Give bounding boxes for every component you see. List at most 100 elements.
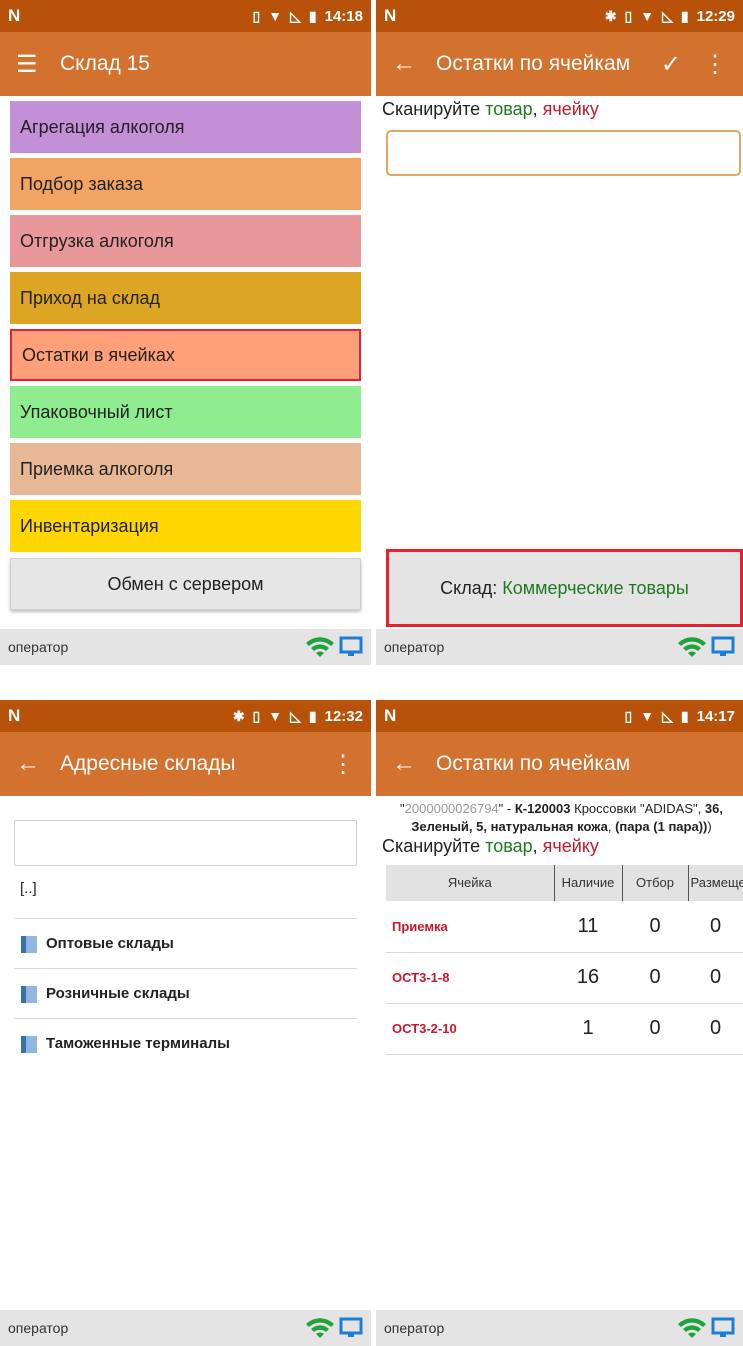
menu-item-label: Остатки в ячейках xyxy=(22,344,175,365)
overflow-menu-icon[interactable]: ⋮ xyxy=(703,50,727,79)
back-arrow-icon[interactable]: ← xyxy=(16,750,60,778)
vibrate-icon: ▯ xyxy=(624,7,633,24)
folder-item-customs[interactable]: Таможенные терминалы xyxy=(14,1018,357,1068)
no-signal-icon: ◺ xyxy=(662,7,673,24)
folder-item-wholesale[interactable]: Оптовые склады xyxy=(14,918,357,968)
search-input[interactable] xyxy=(14,820,357,866)
no-signal-icon: ◺ xyxy=(290,7,301,24)
clock: 12:32 xyxy=(324,707,363,725)
qty-value: 11 xyxy=(554,901,622,953)
cell-name: ОСТ3-1-8 xyxy=(386,952,554,1004)
nfc-icon: N xyxy=(8,6,21,25)
scan-prompt: Сканируйте товар, ячейку xyxy=(376,96,743,120)
product-article: К-120003 xyxy=(514,801,571,816)
folder-label: Розничные склады xyxy=(46,985,190,1002)
status-bar: N ▯ ▼ ◺ ▮ 14:18 xyxy=(0,0,371,32)
place-value: 0 xyxy=(688,1003,743,1055)
menu-item-label: Приемка алкоголя xyxy=(20,458,174,479)
qty-value: 1 xyxy=(554,1003,622,1055)
overflow-menu-icon[interactable]: ⋮ xyxy=(331,750,355,779)
warehouse-value: Коммерческие товары xyxy=(502,577,689,598)
prompt-goods: товар xyxy=(485,99,533,119)
exchange-with-server-button[interactable]: Обмен с сервером xyxy=(10,558,361,610)
menu-item-inventory[interactable]: Инвентаризация xyxy=(10,500,361,552)
menu-item-alcohol-shipment[interactable]: Отгрузка алкоголя xyxy=(10,215,361,267)
operator-label: оператор xyxy=(8,639,69,655)
table-row[interactable]: ОСТ3-1-8 16 0 0 xyxy=(386,952,743,1004)
monitor-icon xyxy=(711,636,735,656)
place-value: 0 xyxy=(688,952,743,1004)
prompt-sep: , xyxy=(532,99,543,119)
operator-label: оператор xyxy=(8,1320,69,1336)
prompt-sep: , xyxy=(532,836,543,856)
column-header-placement: Размещение xyxy=(688,865,743,901)
menu-item-order-picking[interactable]: Подбор заказа xyxy=(10,158,361,210)
place-value: 0 xyxy=(688,901,743,953)
app-bar: ← Остатки по ячейкам ✓ ⋮ xyxy=(376,32,743,96)
page-title: Склад 15 xyxy=(60,52,150,75)
menu-item-alcohol-acceptance[interactable]: Приемка алкоголя xyxy=(10,443,361,495)
battery-icon: ▮ xyxy=(680,7,689,24)
status-bar: N ▯ ▼ ◺ ▮ 14:17 xyxy=(376,700,743,732)
status-bar: N ✱ ▯ ▼ ◺ ▮ 12:32 xyxy=(0,700,371,732)
clock: 12:29 xyxy=(696,7,735,25)
table-row[interactable]: ОСТ3-2-10 1 0 0 xyxy=(386,1003,743,1055)
operator-label: оператор xyxy=(384,1320,445,1336)
folder-label: Оптовые склады xyxy=(46,935,174,952)
battery-icon: ▮ xyxy=(308,707,317,724)
app-bar: ☰ Склад 15 xyxy=(0,32,371,96)
no-signal-icon: ◺ xyxy=(290,707,301,724)
page-title: Адресные склады xyxy=(60,752,236,775)
vibrate-icon: ▯ xyxy=(252,707,261,724)
table-row[interactable]: Приемка 11 0 0 xyxy=(386,901,743,953)
back-arrow-icon[interactable]: ← xyxy=(392,50,436,78)
warehouse-select-button[interactable]: Склад: Коммерческие товары xyxy=(386,549,743,627)
back-arrow-icon[interactable]: ← xyxy=(392,750,436,778)
wifi-status-icon: ▼ xyxy=(640,708,655,724)
wifi-status-icon: ▼ xyxy=(268,708,283,724)
product-info: "2000000026794" - К-120003 Кроссовки "AD… xyxy=(400,801,723,834)
cell-name: Приемка xyxy=(386,901,554,953)
product-barcode: 2000000026794 xyxy=(404,801,499,816)
menu-item-packing-list[interactable]: Упаковочный лист xyxy=(10,386,361,438)
pick-value: 0 xyxy=(622,1003,688,1055)
parent-folder-item[interactable]: [..] xyxy=(0,866,371,918)
product-pack: (пара (1 пара)) xyxy=(615,819,708,834)
menu-item-alcohol-aggregation[interactable]: Агрегация алкоголя xyxy=(10,101,361,153)
book-folder-icon xyxy=(21,985,37,1003)
screen-address-warehouses: N ✱ ▯ ▼ ◺ ▮ 12:32 ← Адресные склады ⋮ [.… xyxy=(0,700,371,1346)
menu-item-warehouse-receipt[interactable]: Приход на склад xyxy=(10,272,361,324)
menu-item-label: Отгрузка алкоголя xyxy=(20,230,174,251)
battery-icon: ▮ xyxy=(308,7,317,24)
pick-value: 0 xyxy=(622,901,688,953)
nfc-icon: N xyxy=(384,706,397,725)
wifi-icon xyxy=(306,1318,334,1338)
column-header-cell: Ячейка xyxy=(386,865,555,901)
column-header-available: Наличие xyxy=(554,865,623,901)
scan-prompt: Сканируйте товар, ячейку xyxy=(376,836,743,857)
pick-value: 0 xyxy=(622,952,688,1004)
column-header-picking: Отбор xyxy=(622,865,689,901)
menu-icon[interactable]: ☰ xyxy=(16,50,60,79)
app-bar: ← Адресные склады ⋮ xyxy=(0,732,371,796)
bottom-bar: оператор xyxy=(0,629,371,665)
wifi-status-icon: ▼ xyxy=(268,8,283,24)
folder-item-retail[interactable]: Розничные склады xyxy=(14,968,357,1018)
menu-item-cell-stock[interactable]: Остатки в ячейках xyxy=(10,329,361,381)
battery-icon: ▮ xyxy=(680,707,689,724)
page-title: Остатки по ячейкам xyxy=(436,52,631,75)
vibrate-icon: ▯ xyxy=(624,707,633,724)
menu-item-label: Упаковочный лист xyxy=(20,401,173,422)
prompt-cell: ячейку xyxy=(542,836,599,856)
operator-label: оператор xyxy=(384,639,445,655)
book-folder-icon xyxy=(21,1035,37,1053)
table-header: Ячейка Наличие Отбор Размещение xyxy=(386,865,743,901)
app-bar: ← Остатки по ячейкам xyxy=(376,732,743,796)
checkmark-icon[interactable]: ✓ xyxy=(661,50,681,79)
book-folder-icon xyxy=(21,935,37,953)
monitor-icon xyxy=(339,1317,363,1337)
prompt-prefix: Сканируйте xyxy=(382,836,486,856)
wifi-icon xyxy=(678,637,706,657)
bottom-bar: оператор xyxy=(376,629,743,665)
scan-input[interactable] xyxy=(386,130,741,176)
